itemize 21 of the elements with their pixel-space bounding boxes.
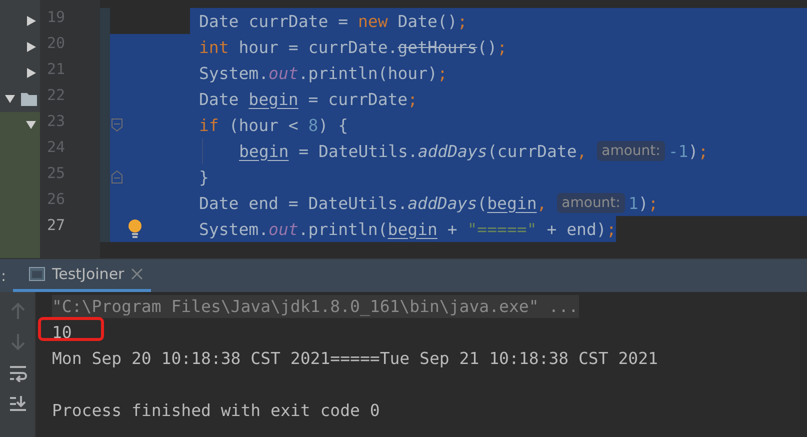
- run-tab[interactable]: TestJoiner: [13, 259, 152, 292]
- panel-label: :: [0, 266, 8, 286]
- scroll-to-end-icon[interactable]: [8, 395, 26, 413]
- line-number: 27: [46, 216, 66, 236]
- collapsed-arrow-icon[interactable]: [25, 67, 37, 79]
- lightbulb-icon[interactable]: [128, 219, 142, 239]
- console-output: 10: [52, 322, 72, 342]
- selected-tree-row[interactable]: [0, 112, 40, 138]
- change-marker: [100, 8, 110, 34]
- console-output: Mon Sep 20 10:18:38 CST 2021=====Tue Sep 21 10:18:38 CST 2021: [52, 348, 658, 368]
- folder-icon: [21, 92, 37, 106]
- highlight-frame: [38, 316, 104, 340]
- console-output: Process finished with exit code 0: [52, 400, 380, 420]
- collapsed-arrow-icon[interactable]: [25, 15, 37, 27]
- expanded-arrow-icon[interactable]: [25, 119, 37, 131]
- change-marker: [100, 216, 110, 242]
- soft-wrap-icon[interactable]: [8, 364, 26, 382]
- expanded-arrow-icon[interactable]: [4, 93, 16, 105]
- close-icon[interactable]: [131, 268, 144, 280]
- console-icon: [29, 267, 45, 281]
- collapsed-arrow-icon[interactable]: [25, 41, 37, 53]
